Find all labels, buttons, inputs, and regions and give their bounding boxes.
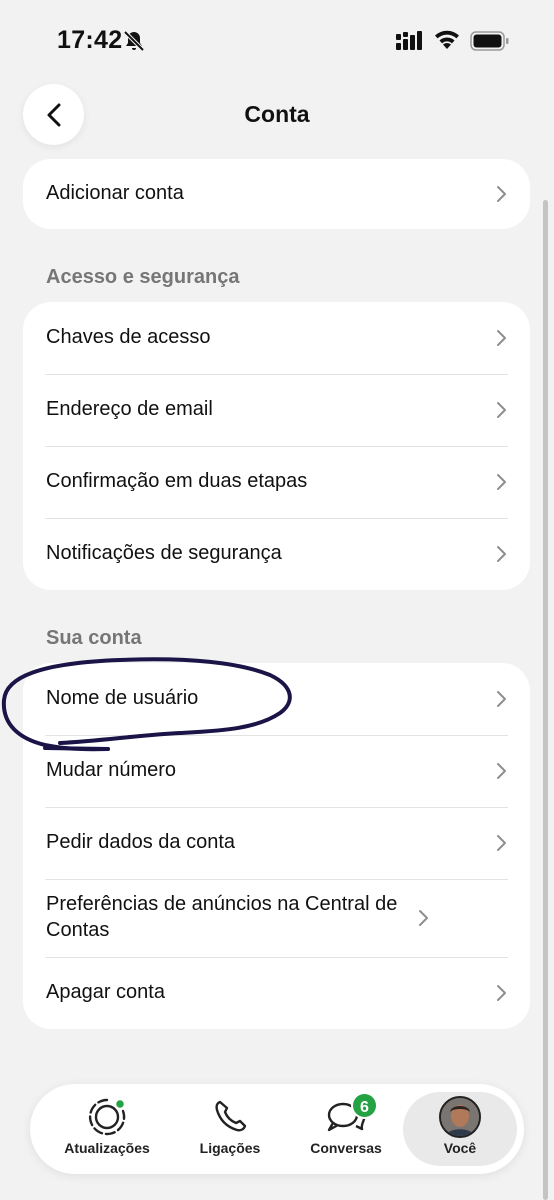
wifi-icon	[435, 30, 459, 49]
email-address-row[interactable]: Endereço de email	[23, 374, 530, 446]
request-account-info-row[interactable]: Pedir dados da conta	[23, 807, 530, 879]
chevron-right-icon	[497, 402, 506, 418]
add-account-row[interactable]: Adicionar conta	[23, 159, 530, 229]
tab-label: Conversas	[310, 1140, 382, 1156]
your-account-card: Nome de usuário Mudar número Pedir dados…	[23, 663, 530, 1029]
row-label: Chaves de acesso	[46, 326, 211, 349]
security-notifications-row[interactable]: Notificações de segurança	[23, 518, 530, 590]
avatar-photo	[441, 1098, 479, 1136]
change-number-row[interactable]: Mudar número	[23, 735, 530, 807]
tab-calls[interactable]: Ligações	[173, 1084, 287, 1174]
tab-label: Ligações	[199, 1140, 261, 1156]
chevron-right-icon	[497, 763, 506, 779]
row-label: Endereço de email	[46, 398, 213, 421]
bell-off-icon	[123, 30, 145, 52]
row-label: Confirmação em duas etapas	[46, 470, 308, 493]
chevron-right-icon	[497, 474, 506, 490]
phone-icon	[215, 1100, 247, 1132]
status-bar: 17:42	[0, 0, 554, 80]
tab-you[interactable]: Você	[403, 1084, 517, 1174]
chevron-right-icon	[419, 910, 428, 926]
row-label: Preferências de anúncios na Central de C…	[46, 893, 398, 941]
tab-label: Você	[443, 1140, 477, 1156]
ad-preferences-row[interactable]: Preferências de anúncios na Central de C…	[23, 879, 530, 957]
row-label: Apagar conta	[46, 981, 165, 1004]
section-title-security: Acesso e segurança	[46, 266, 240, 288]
row-label: Notificações de segurança	[46, 542, 282, 565]
delete-account-row[interactable]: Apagar conta	[23, 957, 530, 1029]
row-label: Pedir dados da conta	[46, 831, 236, 854]
status-time: 17:42	[57, 26, 123, 54]
tab-updates[interactable]: Atualizações	[50, 1084, 164, 1174]
security-card: Chaves de acesso Endereço de email Confi…	[23, 302, 530, 590]
battery-icon	[470, 31, 509, 51]
scrollbar[interactable]	[543, 200, 548, 1200]
chevron-right-icon	[497, 691, 506, 707]
chevron-right-icon	[497, 985, 506, 1001]
chevron-right-icon	[497, 546, 506, 562]
avatar	[439, 1096, 481, 1138]
status-updates-icon	[88, 1098, 126, 1136]
add-account-card: Adicionar conta	[23, 159, 530, 229]
row-label: Mudar número	[46, 759, 177, 782]
tab-label: Atualizações	[64, 1140, 150, 1156]
chevron-right-icon	[497, 330, 506, 346]
tab-bar: Atualizações Ligações 6 Conversas Você	[30, 1084, 524, 1174]
unread-badge: 6	[351, 1092, 378, 1119]
two-step-verification-row[interactable]: Confirmação em duas etapas	[23, 446, 530, 518]
row-label: Adicionar conta	[46, 182, 184, 205]
section-title-your-account: Sua conta	[46, 627, 142, 649]
screen: 17:42 Conta Adicionar conta Acesso e seg…	[0, 0, 554, 1200]
signal-icon	[396, 31, 422, 50]
username-row[interactable]: Nome de usuário	[23, 663, 530, 735]
chevron-right-icon	[497, 835, 506, 851]
row-label: Nome de usuário	[46, 687, 199, 710]
page-title: Conta	[244, 101, 310, 127]
chevron-right-icon	[497, 186, 506, 202]
passkeys-row[interactable]: Chaves de acesso	[23, 302, 530, 374]
tab-chats[interactable]: 6 Conversas	[289, 1084, 403, 1174]
